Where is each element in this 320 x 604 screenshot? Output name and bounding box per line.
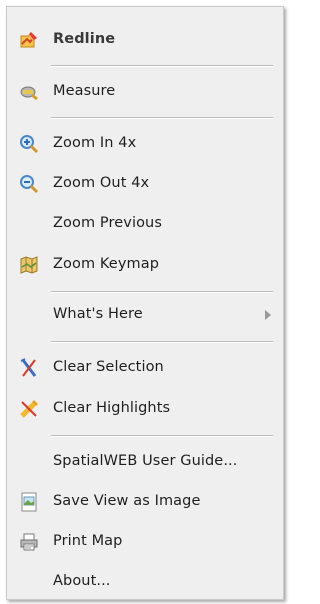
menu-item-measure[interactable]: Measure	[7, 77, 283, 107]
submenu-arrow-icon	[265, 310, 271, 320]
menu-item-clear-highlights[interactable]: Clear Highlights	[7, 394, 283, 424]
zoom-out-icon	[19, 174, 39, 194]
menu-item-label: Zoom Out 4x	[53, 175, 150, 191]
menu-item-user-guide[interactable]: SpatialWEB User Guide...	[7, 447, 283, 477]
menu-item-zoom-in[interactable]: Zoom In 4x	[7, 129, 283, 159]
clear-highlights-icon	[19, 399, 39, 419]
menu-separator	[51, 65, 273, 67]
menu-separator	[51, 435, 273, 437]
menu-item-label: SpatialWEB User Guide...	[53, 453, 238, 469]
menu-item-label: Redline	[53, 31, 116, 47]
menu-item-clear-selection[interactable]: Clear Selection	[7, 353, 283, 383]
menu-item-whats-here[interactable]: What's Here	[7, 300, 283, 330]
menu-item-label: About...	[53, 573, 111, 589]
menu-item-label: Zoom In 4x	[53, 135, 137, 151]
menu-separator	[51, 341, 273, 343]
menu-item-label: What's Here	[53, 306, 143, 322]
menu-item-redline[interactable]: Redline	[7, 25, 283, 55]
menu-separator	[51, 291, 273, 293]
menu-item-label: Save View as Image	[53, 493, 201, 509]
context-menu: Redline Measure Zoom In 4x Zoom Out 4x Z…	[6, 6, 284, 600]
save-image-icon	[19, 492, 39, 512]
menu-item-label: Clear Selection	[53, 359, 164, 375]
menu-item-save-view-as-image[interactable]: Save View as Image	[7, 487, 283, 517]
menu-item-zoom-keymap[interactable]: Zoom Keymap	[7, 250, 283, 280]
zoom-in-icon	[19, 134, 39, 154]
menu-item-print-map[interactable]: Print Map	[7, 527, 283, 557]
menu-item-label: Zoom Previous	[53, 215, 162, 231]
menu-item-label: Print Map	[53, 533, 123, 549]
menu-item-zoom-out[interactable]: Zoom Out 4x	[7, 169, 283, 199]
clear-selection-icon	[19, 358, 39, 378]
redline-icon	[19, 30, 39, 50]
menu-item-label: Measure	[53, 83, 116, 99]
menu-item-label: Clear Highlights	[53, 400, 171, 416]
keymap-icon	[19, 255, 39, 275]
menu-item-zoom-previous[interactable]: Zoom Previous	[7, 209, 283, 239]
menu-item-label: Zoom Keymap	[53, 256, 160, 272]
print-icon	[19, 532, 39, 552]
measure-icon	[19, 82, 39, 102]
menu-separator	[51, 117, 273, 119]
menu-item-about[interactable]: About...	[7, 567, 283, 597]
